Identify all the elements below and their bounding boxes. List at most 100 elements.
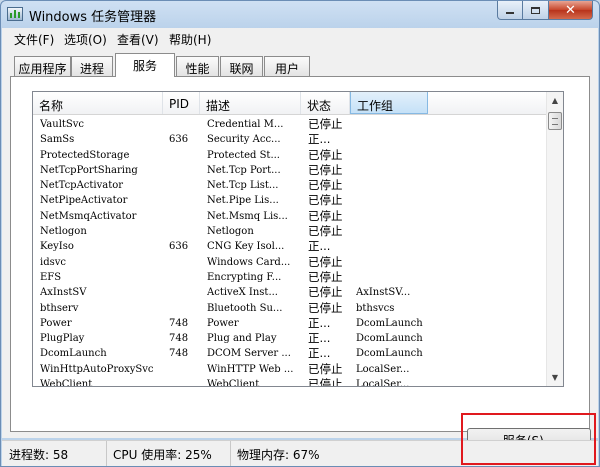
cell-description: Net.Tcp Port...: [207, 164, 281, 176]
cell-status: 正...: [308, 239, 331, 254]
cell-status: 已停止: [308, 208, 343, 223]
table-row[interactable]: KeyIso 636 CNG Key Isol... 正...: [33, 239, 547, 254]
scrollbar-thumb[interactable]: [548, 112, 562, 130]
table-row[interactable]: VaultSvc Credential M... 已停止: [33, 117, 547, 132]
cell-status: 正...: [308, 346, 331, 361]
table-row[interactable]: ProtectedStorage Protected St... 已停止: [33, 148, 547, 163]
window-controls: ✕: [497, 1, 593, 21]
cell-pid: 748: [169, 333, 189, 345]
column-name-header[interactable]: 名称: [33, 92, 163, 114]
tab-applications[interactable]: 应用程序: [14, 56, 71, 76]
table-row[interactable]: Netlogon Netlogon 已停止: [33, 224, 547, 239]
column-workgroup-header[interactable]: 工作组: [350, 92, 428, 114]
cell-workgroup: DcomLaunch: [356, 317, 423, 329]
table-row[interactable]: NetTcpActivator Net.Tcp List... 已停止: [33, 178, 547, 193]
table-row[interactable]: Power 748 Power 正... DcomLaunch: [33, 316, 547, 331]
process-count: 进程数: 58: [9, 441, 107, 466]
table-row[interactable]: EFS Encrypting F... 已停止: [33, 270, 547, 285]
cell-name: NetPipeActivator: [40, 195, 128, 207]
cell-description: Netlogon: [207, 226, 254, 238]
cell-name: DcomLaunch: [40, 348, 107, 360]
cell-status: 已停止: [308, 193, 343, 208]
tab-processes[interactable]: 进程: [71, 56, 113, 76]
cell-status: 已停止: [308, 300, 343, 315]
window-title: Windows 任务管理器: [29, 10, 157, 25]
physical-memory: 物理内存: 67%: [237, 448, 320, 462]
maximize-button[interactable]: [523, 1, 549, 20]
close-button[interactable]: ✕: [549, 1, 593, 20]
scroll-down-icon[interactable]: ▼: [547, 369, 563, 386]
table-row[interactable]: DcomLaunch 748 DCOM Server ... 正... DcomLaun…: [33, 346, 547, 361]
cell-status: 已停止: [308, 117, 343, 131]
tab-services[interactable]: 服务: [115, 53, 175, 77]
tab-networking[interactable]: 联网: [220, 56, 263, 76]
cell-status: 已停止: [308, 224, 343, 239]
table-row[interactable]: idsvc Windows Card... 已停止: [33, 255, 547, 270]
tab-users[interactable]: 用户: [264, 56, 310, 76]
table-row[interactable]: SamSs 636 Security Acc... 正...: [33, 132, 547, 147]
cell-status: 已停止: [308, 269, 343, 284]
cell-workgroup: DcomLaunch: [356, 333, 423, 345]
column-status-header[interactable]: 状态: [301, 92, 350, 114]
status-bar: 进程数: 58 CPU 使用率: 25% 物理内存: 67%: [2, 440, 598, 466]
cell-status: 已停止: [308, 147, 343, 162]
cell-status: 正...: [308, 132, 331, 147]
services-rows: VaultSvc Credential M... 已停止 SamSs 636 Securi…: [33, 117, 547, 387]
cell-description: Net.Pipe Lis...: [207, 195, 279, 207]
cell-name: idsvc: [40, 256, 66, 268]
close-icon: ✕: [565, 2, 576, 18]
table-row[interactable]: NetPipeActivator Net.Pipe Lis... 已停止: [33, 193, 547, 208]
cell-pid: 748: [169, 317, 189, 329]
column-description-header[interactable]: 描述: [200, 92, 301, 114]
services-list[interactable]: 名称 PID 描述 状态 工作组 VaultSvc Credential M...…: [32, 91, 564, 387]
menu-view[interactable]: 查看(V): [117, 31, 159, 48]
table-row[interactable]: AxInstSV ActiveX Inst... 已停止 AxInstSV...: [33, 285, 547, 300]
menu-file[interactable]: 文件(F): [14, 31, 54, 48]
task-manager-window: Windows 任务管理器 ✕ 文件(F) 选项(O) 查看(V) 帮助(H) …: [0, 0, 600, 467]
cell-status: 已停止: [308, 285, 343, 300]
cell-description: Net.Tcp List...: [207, 180, 279, 192]
scroll-up-icon[interactable]: ▲: [547, 92, 563, 109]
table-row[interactable]: NetTcpPortSharing Net.Tcp Port... 已停止: [33, 163, 547, 178]
cell-status: 正...: [308, 315, 331, 330]
cell-workgroup: LocalSer...: [356, 363, 410, 375]
cell-description: Bluetooth Su...: [207, 302, 283, 314]
menu-options[interactable]: 选项(O): [64, 31, 107, 48]
vertical-scrollbar[interactable]: ▲ ▼: [546, 92, 563, 386]
minimize-button[interactable]: [497, 1, 523, 20]
cell-name: NetTcpActivator: [40, 180, 124, 192]
menu-help[interactable]: 帮助(H): [169, 31, 211, 48]
cell-pid: 636: [169, 241, 189, 253]
cell-description: CNG Key Isol...: [207, 241, 285, 253]
cell-workgroup: DcomLaunch: [356, 348, 423, 360]
table-row[interactable]: bthserv Bluetooth Su... 已停止 bthsvcs: [33, 301, 547, 316]
cell-description: Encrypting F...: [207, 271, 282, 283]
column-pid-header[interactable]: PID: [163, 92, 200, 114]
cell-workgroup: bthsvcs: [356, 302, 395, 314]
cell-name: NetTcpPortSharing: [40, 164, 138, 176]
cell-description: Credential M...: [207, 119, 284, 130]
cell-name: bthserv: [40, 302, 79, 314]
cell-workgroup: AxInstSV...: [356, 287, 411, 299]
cell-name: EFS: [40, 271, 62, 283]
table-row[interactable]: NetMsmqActivator Net.Msmq Lis... 已停止: [33, 209, 547, 224]
cell-name: Power: [40, 317, 72, 329]
cell-description: Security Acc...: [207, 134, 281, 146]
table-row[interactable]: PlugPlay 748 Plug and Play 正... DcomLaunch: [33, 331, 547, 346]
cell-name: NetMsmqActivator: [40, 210, 137, 222]
title-bar[interactable]: Windows 任务管理器 ✕: [1, 1, 599, 27]
cell-status: 已停止: [308, 162, 343, 177]
cell-description: Windows Card...: [207, 256, 291, 268]
cell-name: SamSs: [40, 134, 75, 146]
cell-name: WinHttpAutoProxySvc: [40, 363, 154, 375]
table-row[interactable]: WebClient WebClient 已停止 LocalSer...: [33, 377, 547, 387]
cell-workgroup: LocalSer...: [356, 379, 410, 387]
tab-performance[interactable]: 性能: [176, 56, 219, 76]
client-area: 应用程序 进程 服务 性能 联网 用户 名称 PID 描述 状态 工作组 Vau…: [2, 48, 598, 465]
table-row[interactable]: WinHttpAutoProxySvc WinHTTP Web ... 已停止 Loc…: [33, 362, 547, 377]
cell-pid: 748: [169, 348, 189, 360]
cell-description: Net.Msmq Lis...: [207, 210, 288, 222]
cell-pid: 636: [169, 134, 189, 146]
task-manager-icon: [7, 7, 23, 21]
cell-status: 已停止: [308, 178, 343, 193]
